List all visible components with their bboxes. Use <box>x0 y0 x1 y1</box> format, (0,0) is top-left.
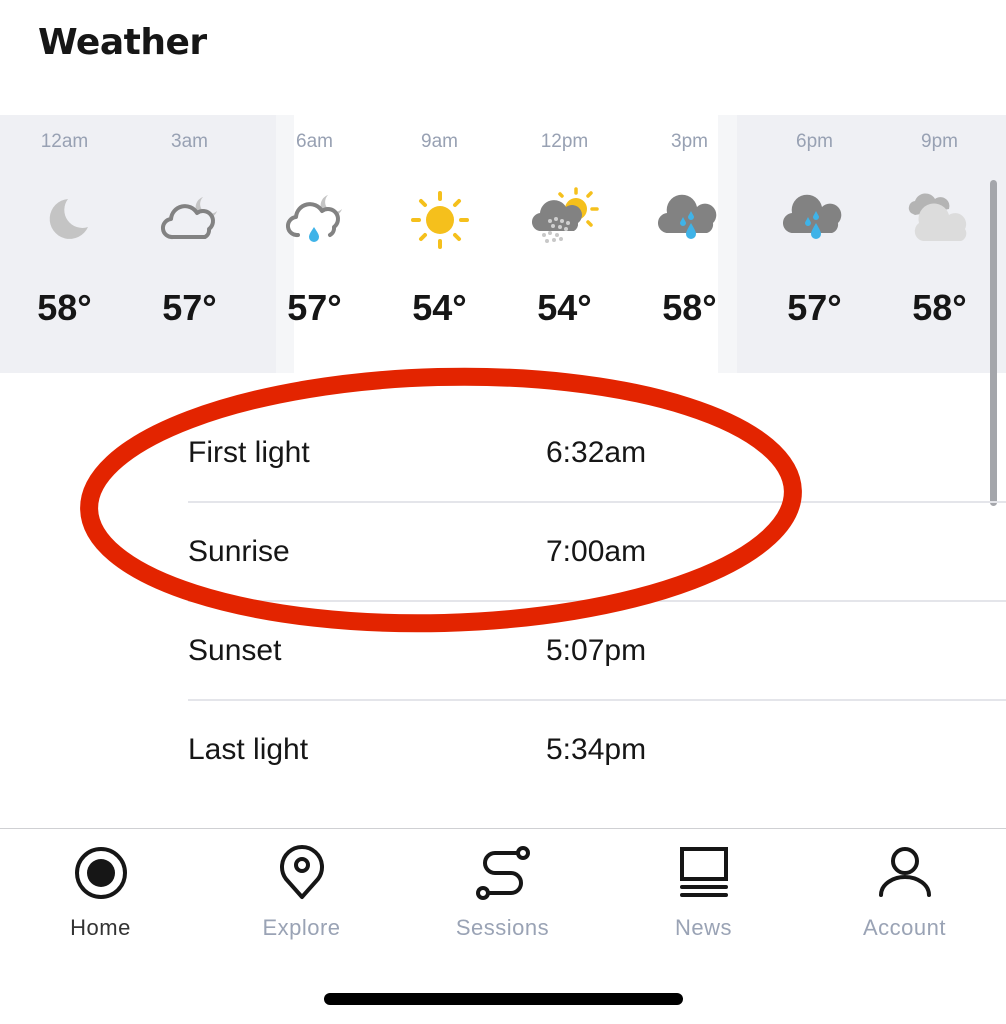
person-icon <box>877 845 933 901</box>
tab-label: Account <box>863 915 946 940</box>
tab-account[interactable]: Account <box>804 829 1005 959</box>
sun-row-sunset: Sunset 5:07pm <box>188 602 1006 701</box>
tab-label: Home <box>70 915 131 940</box>
hour-temp: 54° <box>412 287 467 328</box>
page-title: Weather <box>38 22 207 63</box>
hour-time: 12am <box>40 131 89 152</box>
sun-cloud-hail-icon <box>530 185 600 255</box>
tab-sessions[interactable]: Sessions <box>402 829 603 959</box>
hour-temp: 58° <box>912 287 967 328</box>
sun-row-value: 5:07pm <box>546 634 647 667</box>
tab-explore[interactable]: Explore <box>201 829 402 959</box>
tab-news[interactable]: News <box>603 829 804 959</box>
forecast-hour: 3am 57° <box>127 115 252 373</box>
hour-time: 3pm <box>671 131 708 152</box>
home-target-icon <box>73 845 129 901</box>
clouds-icon <box>905 185 975 255</box>
sun-row-label: Last light <box>188 733 309 766</box>
sun-row-label: Sunrise <box>188 535 290 568</box>
hour-time: 6am <box>296 131 333 152</box>
hour-temp: 54° <box>537 287 592 328</box>
hour-temp: 57° <box>787 287 842 328</box>
route-icon <box>475 845 531 901</box>
sun-row-sunrise: Sunrise 7:00am <box>188 503 1006 602</box>
forecast-hour: 3pm 58° <box>627 115 752 373</box>
moon-icon <box>30 185 100 255</box>
hour-temp: 57° <box>162 287 217 328</box>
cloud-rain-icon <box>780 185 850 255</box>
forecast-hour: 6pm 57° <box>752 115 877 373</box>
hour-time: 9am <box>421 131 458 152</box>
tab-home[interactable]: Home <box>0 829 201 959</box>
sun-icon <box>405 185 475 255</box>
forecast-hour: 12pm 54° <box>502 115 627 373</box>
hourly-forecast[interactable]: 12am 58° 3am 57° 6am 57° 9am 54° 12pm 54… <box>0 115 1006 373</box>
tab-label: News <box>674 915 732 940</box>
sun-row-label: First light <box>188 436 310 469</box>
sun-times-list: First light 6:32am Sunrise 7:00am Sunset… <box>188 404 1006 800</box>
sun-row-value: 6:32am <box>546 436 647 469</box>
hour-time: 6pm <box>796 131 833 152</box>
sun-row-first-light: First light 6:32am <box>188 404 1006 503</box>
forecast-hour: 9am 54° <box>377 115 502 373</box>
news-icon <box>676 845 732 901</box>
cloud-moon-icon <box>155 185 225 255</box>
hour-temp: 57° <box>287 287 342 328</box>
hour-temp: 58° <box>662 287 717 328</box>
tab-label: Explore <box>262 915 341 940</box>
sun-row-value: 5:34pm <box>546 733 647 766</box>
home-indicator[interactable] <box>324 993 683 1005</box>
sun-row-label: Sunset <box>188 634 282 667</box>
map-pin-icon <box>274 845 330 901</box>
sun-row-last-light: Last light 5:34pm <box>188 701 1006 800</box>
hour-time: 3am <box>171 131 208 152</box>
forecast-hour: 12am 58° <box>2 115 127 373</box>
forecast-hour: 6am 57° <box>252 115 377 373</box>
cloud-moon-rain-icon <box>280 185 350 255</box>
hour-time: 9pm <box>921 131 958 152</box>
tab-bar: Home Explore Sessions News Account <box>0 828 1006 1024</box>
tab-label: Sessions <box>455 915 550 940</box>
sun-row-value: 7:00am <box>546 535 647 568</box>
hour-temp: 58° <box>37 287 92 328</box>
forecast-hour: 9pm 58° <box>877 115 1002 373</box>
cloud-rain-icon <box>655 185 725 255</box>
hour-time: 12pm <box>540 131 589 152</box>
